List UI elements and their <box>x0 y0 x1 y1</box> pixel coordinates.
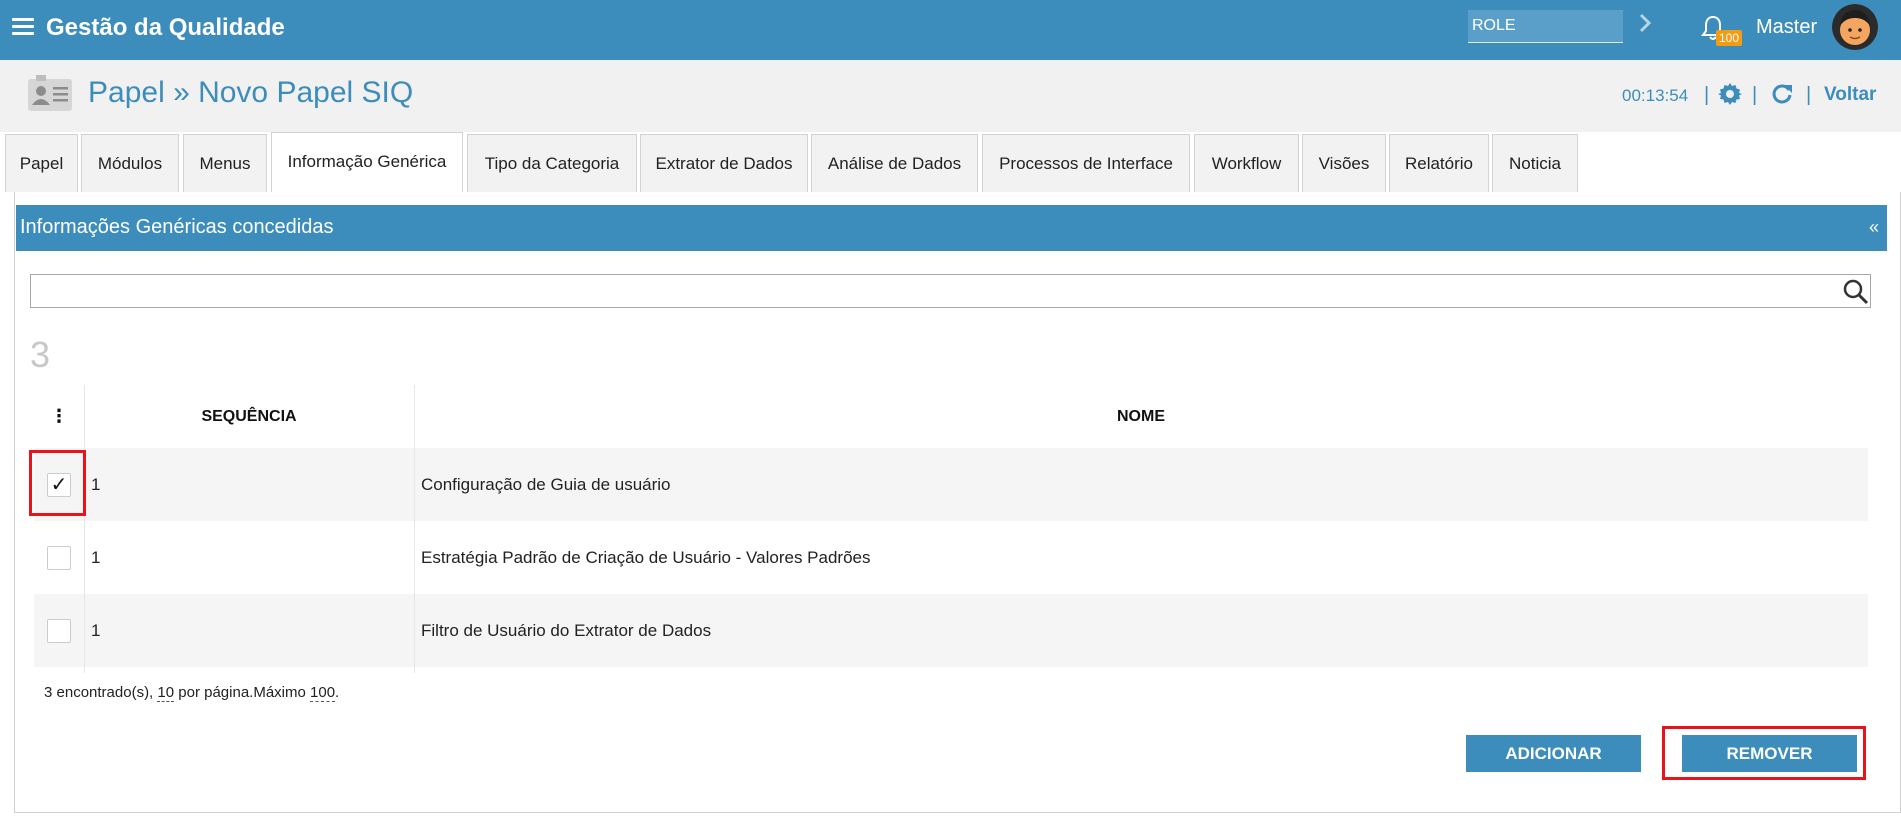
found-count: 3 encontrado(s), <box>44 684 154 701</box>
row-nome: Filtro de Usuário do Extrator de Dados <box>421 621 712 640</box>
tab-menus[interactable]: Menus <box>183 134 267 192</box>
column-header-sequencia[interactable]: SEQUÊNCIA <box>84 385 414 448</box>
column-menu-icon[interactable]: ⋮ <box>34 385 84 448</box>
top-bar: Gestão da Qualidade 100 Master <box>0 0 1901 60</box>
tab-modulos[interactable]: Módulos <box>81 134 179 192</box>
panel-title: Informações Genéricas concedidas <box>20 216 334 238</box>
add-button[interactable]: ADICIONAR <box>1466 735 1641 772</box>
tab-analise-de-dados[interactable]: Análise de Dados <box>811 134 978 192</box>
divider: | <box>1752 84 1758 106</box>
id-card-icon <box>26 73 74 115</box>
avatar[interactable] <box>1832 4 1878 50</box>
highlight-box <box>29 450 86 516</box>
table-row[interactable]: 1 Estratégia Padrão de Criação de Usuári… <box>34 521 1868 594</box>
panel-header: Informações Genéricas concedidas « <box>16 205 1887 251</box>
pagination-info: 3 encontrado(s), 10 por página.Máximo 10… <box>44 684 340 702</box>
generic-info-table: ⋮ SEQUÊNCIA NOME ✓ 1 Configuração de Gui… <box>34 385 1868 710</box>
collapse-icon[interactable]: « <box>1869 217 1879 238</box>
tab-processos-de-interface[interactable]: Processos de Interface <box>982 134 1190 192</box>
row-sequencia: 1 <box>91 548 101 567</box>
row-checkbox[interactable] <box>47 546 71 570</box>
tab-informacao-generica[interactable]: Informação Genérica <box>271 132 463 193</box>
max-value[interactable]: 100 <box>310 684 336 702</box>
app-title: Gestão da Qualidade <box>46 14 285 41</box>
column-divider <box>414 385 415 673</box>
row-sequencia: 1 <box>91 621 101 640</box>
row-checkbox[interactable] <box>47 619 71 643</box>
menu-icon[interactable] <box>12 18 34 36</box>
tab-relatorio[interactable]: Relatório <box>1389 134 1489 192</box>
divider: | <box>1704 84 1710 106</box>
divider: | <box>1806 84 1812 106</box>
tab-papel[interactable]: Papel <box>5 134 78 192</box>
search-icon[interactable] <box>1842 278 1870 306</box>
user-name[interactable]: Master <box>1756 16 1817 39</box>
column-divider <box>84 385 85 673</box>
result-count: 3 <box>30 334 51 375</box>
per-page-text: por página.Máximo <box>178 684 306 701</box>
chevron-right-icon[interactable] <box>1638 12 1652 40</box>
footer-period: . <box>335 684 340 701</box>
tab-workflow[interactable]: Workflow <box>1194 134 1299 192</box>
tab-noticia[interactable]: Noticia <box>1492 134 1578 192</box>
page-title: Papel » Novo Papel SIQ <box>88 76 414 109</box>
session-timer: 00:13:54 <box>1622 86 1689 105</box>
row-nome: Estratégia Padrão de Criação de Usuário … <box>421 548 871 567</box>
per-page-value[interactable]: 10 <box>157 684 175 702</box>
gear-icon[interactable] <box>1718 82 1742 106</box>
table-row[interactable]: 1 Filtro de Usuário do Extrator de Dados <box>34 594 1868 667</box>
role-input[interactable] <box>1468 10 1623 43</box>
column-header-nome[interactable]: NOME <box>414 385 1868 448</box>
notification-badge: 100 <box>1716 30 1743 46</box>
highlight-box <box>1662 726 1866 780</box>
tab-tipo-da-categoria[interactable]: Tipo da Categoria <box>467 134 637 192</box>
tab-visoes[interactable]: Visões <box>1302 134 1386 192</box>
search-input[interactable] <box>30 274 1871 308</box>
back-link[interactable]: Voltar <box>1824 84 1876 106</box>
tab-extrator-de-dados[interactable]: Extrator de Dados <box>640 134 808 192</box>
row-nome: Configuração de Guia de usuário <box>421 475 671 494</box>
row-sequencia: 1 <box>91 475 101 494</box>
refresh-icon[interactable] <box>1770 82 1794 106</box>
page-header: Papel » Novo Papel SIQ 00:13:54 | | | Vo… <box>0 60 1901 132</box>
tab-bar: Papel Módulos Menus Informação Genérica … <box>0 132 1901 193</box>
table-row[interactable]: ✓ 1 Configuração de Guia de usuário <box>34 448 1868 521</box>
